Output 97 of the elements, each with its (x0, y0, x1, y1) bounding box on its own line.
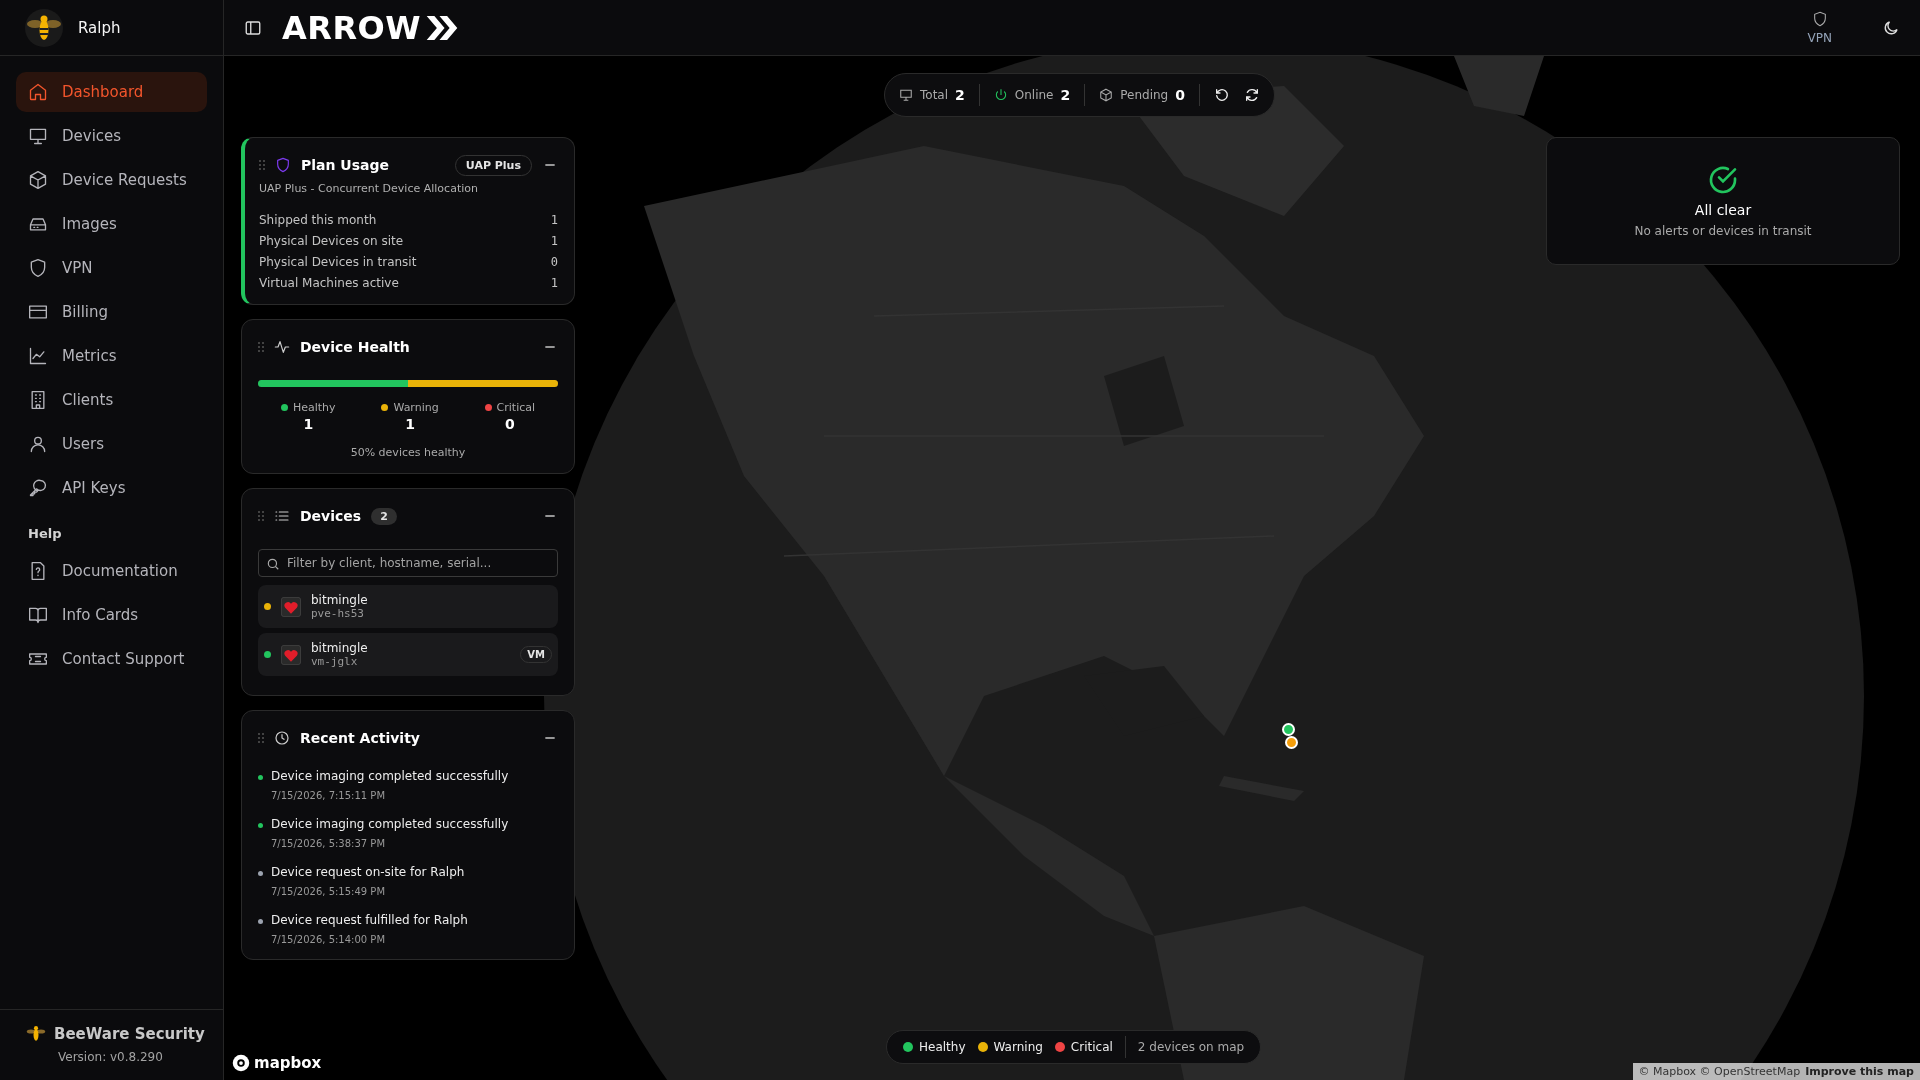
nav-item[interactable]: Billing (16, 292, 207, 332)
nav-item[interactable]: Dashboard (16, 72, 207, 112)
power-icon (993, 88, 1008, 102)
nav-item[interactable]: Images (16, 204, 207, 244)
nav-item[interactable]: Device Requests (16, 160, 207, 200)
health-label: Warning (393, 401, 439, 414)
usage-label: Physical Devices on site (259, 234, 404, 248)
user-name: Ralph (78, 18, 121, 37)
map-attribution: © Mapbox © OpenStreetMap (1638, 1065, 1801, 1078)
nav-item[interactable]: VPN (16, 248, 207, 288)
reset-icon[interactable] (1214, 87, 1230, 103)
activity-time: 7/15/2026, 5:14:00 PM (271, 934, 387, 945)
legend-label: Warning (993, 1040, 1043, 1054)
list-icon (274, 508, 290, 524)
stat-label: Total (920, 88, 949, 102)
device-count: 2 (371, 507, 397, 525)
usage-value: 1 (550, 234, 558, 248)
version-text: Version: v0.8.290 (57, 1050, 164, 1064)
usage-value: 1 (550, 276, 558, 290)
map-logo: mapbox (254, 1054, 322, 1072)
vpn-button[interactable]: VPN (1807, 10, 1832, 45)
nav-item[interactable]: Devices (16, 116, 207, 156)
usage-value: 0 (550, 255, 558, 269)
activity-text: Device imaging completed successfully (271, 817, 509, 831)
drag-handle-icon[interactable] (259, 160, 265, 170)
activity-time: 7/15/2026, 5:38:37 PM (271, 838, 387, 849)
drag-handle-icon[interactable] (258, 511, 264, 521)
nav-item[interactable]: Documentation (16, 551, 207, 591)
mapbox-logo-icon (232, 1054, 250, 1072)
stat-value: 2 (1060, 87, 1071, 103)
nav-icon (28, 478, 48, 498)
health-count: 1 (303, 416, 314, 432)
stat-label: Online (1014, 88, 1054, 102)
package-icon (1099, 88, 1114, 102)
nav-icon (28, 82, 48, 102)
card-title: Plan Usage (301, 157, 389, 173)
client-name: bitmingle (311, 641, 368, 655)
legend-label: Critical (1070, 1040, 1113, 1054)
stat-value: 0 (1175, 87, 1185, 103)
activity-text: Device imaging completed successfully (271, 769, 509, 783)
health-count: 0 (504, 416, 515, 432)
usage-label: Physical Devices in transit (259, 255, 417, 269)
legend-summary: 2 devices on map (1137, 1040, 1245, 1054)
health-label: Healthy (292, 401, 336, 414)
nav-icon (28, 434, 48, 454)
shield-icon (1811, 10, 1828, 27)
usage-label: Virtual Machines active (259, 276, 399, 290)
app-logo: ARROW (282, 8, 422, 47)
refresh-icon[interactable] (1244, 87, 1260, 103)
bee-logo-icon (24, 7, 64, 48)
alert-title: All clear (1694, 202, 1752, 218)
activity-time: 7/15/2026, 7:15:11 PM (271, 790, 387, 801)
section-heading: Help (27, 525, 63, 543)
shield-icon (275, 157, 291, 173)
improve-map-link[interactable]: Improve this map (1805, 1065, 1914, 1078)
activity-text: Device request on-site for Ralph (271, 865, 465, 879)
health-count: 1 (405, 416, 415, 432)
nav-item[interactable]: Clients (16, 380, 207, 420)
alert-message: No alerts or devices in transit (1634, 224, 1812, 238)
nav-item[interactable]: Users (16, 424, 207, 464)
card-title: Devices (300, 508, 362, 524)
nav-item[interactable]: Contact Support (16, 639, 207, 679)
filter-field[interactable]: Filter by client, hostname, serial... (258, 549, 558, 577)
health-summary: 50% devices healthy (349, 446, 467, 459)
hostname: pve-hs53 (311, 607, 365, 620)
sidebar-toggle-icon[interactable] (244, 18, 262, 37)
card-title: Device Health (300, 339, 410, 355)
nav-icon (28, 346, 48, 366)
stat-value: 2 (955, 87, 965, 103)
nav-item[interactable]: API Keys (16, 468, 207, 508)
usage-value: 1 (550, 213, 558, 227)
nav-icon (28, 126, 48, 146)
search-icon (266, 557, 280, 571)
clock-icon (274, 730, 290, 746)
device-row[interactable]: bitmingle pve-hs53 (258, 585, 558, 628)
nav-icon (28, 605, 48, 625)
nav-item[interactable]: Info Cards (16, 595, 207, 635)
health-label: Critical (496, 401, 536, 414)
nav-item[interactable]: Metrics (16, 336, 207, 376)
double-chevron-icon (425, 13, 460, 42)
device-row[interactable]: bitmingle vm-jglx VM (258, 633, 558, 676)
activity-text: Device request fulfilled for Ralph (271, 913, 468, 927)
drag-handle-icon[interactable] (258, 342, 264, 352)
hostname: vm-jglx (311, 655, 359, 668)
drag-handle-icon[interactable] (258, 733, 264, 743)
nav-icon (28, 170, 48, 190)
plan-subtitle: UAP Plus - Concurrent Device Allocation (259, 182, 479, 195)
client-name: bitmingle (311, 593, 368, 607)
monitor-icon (899, 88, 913, 102)
card-title: Recent Activity (300, 730, 420, 746)
nav-icon (28, 258, 48, 278)
stat-label: Pending (1120, 88, 1169, 102)
pulse-icon (274, 339, 290, 355)
activity-time: 7/15/2026, 5:15:49 PM (271, 886, 387, 897)
organization-name: BeeWare Security (54, 1025, 205, 1043)
usage-label: Shipped this month (259, 213, 377, 227)
legend-label: Healthy (919, 1040, 966, 1054)
